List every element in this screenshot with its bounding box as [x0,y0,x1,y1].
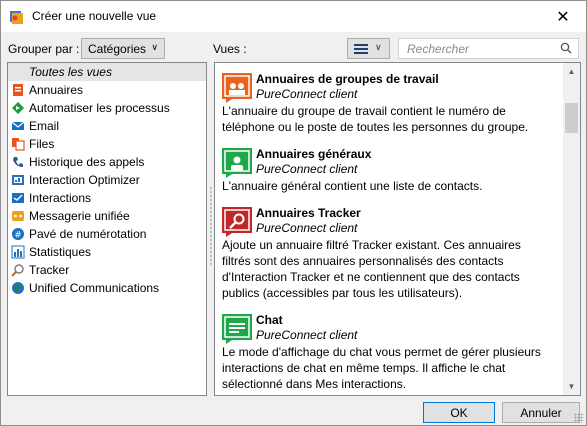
view-item[interactable]: Annuaires généraux PureConnect client L'an… [222,147,552,194]
vertical-scrollbar[interactable]: ▲ ▼ [563,63,580,395]
view-description: Le mode d'affichage du chat vous permet … [222,345,541,391]
group-by-label: Grouper par : [8,42,80,56]
workgroup-directory-icon [222,73,252,103]
close-button[interactable]: ✕ [540,1,586,32]
scroll-down-icon[interactable]: ▼ [563,378,580,395]
category-item[interactable]: Email [8,117,206,135]
category-label: Statistiques [29,245,92,259]
window-title: Créer une nouvelle vue [32,9,157,23]
search-input[interactable] [399,39,559,58]
view-name: Chat [256,313,283,327]
views-label: Vues : [213,42,247,56]
category-item[interactable]: Interactions [8,189,206,207]
view-description: L'annuaire du groupe de travail contient… [222,104,529,134]
view-source: PureConnect client [256,87,358,101]
category-item[interactable]: Statistiques [8,243,206,261]
category-label: Interactions [29,191,92,205]
view-name: Annuaires généraux [256,147,372,161]
voicemail-icon [12,211,24,221]
list-view-icon [354,44,368,55]
category-item[interactable]: Messagerie unifiée [8,207,206,225]
category-label: Historique des appels [29,155,145,169]
directory-icon [13,84,23,96]
cancel-button[interactable]: Annuler [502,402,580,423]
queues-icon [12,138,25,151]
category-item[interactable]: Historique des appels [8,153,206,171]
statistics-icon [11,245,25,259]
group-by-value: Catégories [88,41,147,56]
panel-splitter[interactable] [209,62,213,396]
title-bar: Créer une nouvelle vue ✕ [1,1,586,32]
view-name: Annuaires de groupes de travail [256,72,439,86]
search-icon[interactable] [560,42,572,54]
category-all-views[interactable]: Toutes les vues [8,63,206,81]
view-source: PureConnect client [256,328,358,342]
call-history-icon [13,157,23,167]
category-item[interactable]: Tracker [8,261,206,279]
category-label: Email [29,119,60,133]
chevron-down-icon: ∨ [375,42,382,52]
category-label: Annuaires [29,83,84,97]
category-label: Unified Communications [29,281,160,295]
view-description: L'annuaire général contient une liste de… [222,179,483,193]
category-label: Automatiser les processus [29,101,170,115]
views-list: Annuaires de groupes de travail PureConne… [214,62,581,396]
view-source: PureConnect client [256,162,358,176]
category-label: Files [29,137,55,151]
view-item[interactable]: Annuaires Tracker PureConnect client Ajout… [222,206,552,301]
process-automation-icon [12,102,24,114]
email-icon [11,121,25,130]
view-description: Ajoute un annuaire filtré Tracker exista… [222,238,521,300]
general-directory-icon [222,148,252,178]
chat-icon [222,314,252,344]
group-by-dropdown[interactable]: Catégories ∨ [81,38,165,59]
category-item[interactable]: Annuaires [8,81,206,99]
create-view-dialog: Créer une nouvelle vue ✕ Grouper par : C… [0,0,587,426]
app-icon [10,11,23,24]
interactions-icon [12,193,24,203]
dialpad-icon: # [12,228,24,241]
resize-grip[interactable] [574,413,584,423]
category-item[interactable]: Automatiser les processus [8,99,206,117]
tracker-icon [11,264,24,277]
scrollbar-thumb[interactable] [565,103,578,133]
view-item[interactable]: Chat PureConnect client Le mode d'affichag… [222,313,552,392]
category-list: Toutes les vues Annuaires Automatiser les… [7,62,207,396]
svg-text:#: # [14,231,22,241]
ok-button[interactable]: OK [423,402,495,423]
category-item[interactable]: Unified Communications [8,279,206,297]
view-mode-button[interactable]: ∨ [347,38,390,59]
toolbar: Grouper par : Catégories ∨ Vues : ∨ [1,36,586,60]
category-item[interactable]: Files [8,135,206,153]
search-box [398,38,579,59]
category-item[interactable]: # Pavé de numérotation [8,225,206,243]
unified-communications-icon [12,282,24,294]
category-label: Tracker [29,263,70,277]
view-item[interactable]: Annuaires de groupes de travail PureConne… [222,72,552,135]
close-icon: ✕ [556,8,570,26]
category-item[interactable]: Interaction Optimizer [8,171,206,189]
scroll-up-icon[interactable]: ▲ [563,63,580,80]
category-label: Toutes les vues [29,65,112,79]
category-label: Messagerie unifiée [29,209,130,223]
optimizer-icon [12,175,24,185]
chevron-down-icon: ∨ [151,42,158,52]
category-label: Pavé de numérotation [29,227,147,241]
tracker-directory-icon [222,207,252,237]
view-source: PureConnect client [256,221,358,235]
view-name: Annuaires Tracker [256,206,361,220]
category-label: Interaction Optimizer [29,173,140,187]
